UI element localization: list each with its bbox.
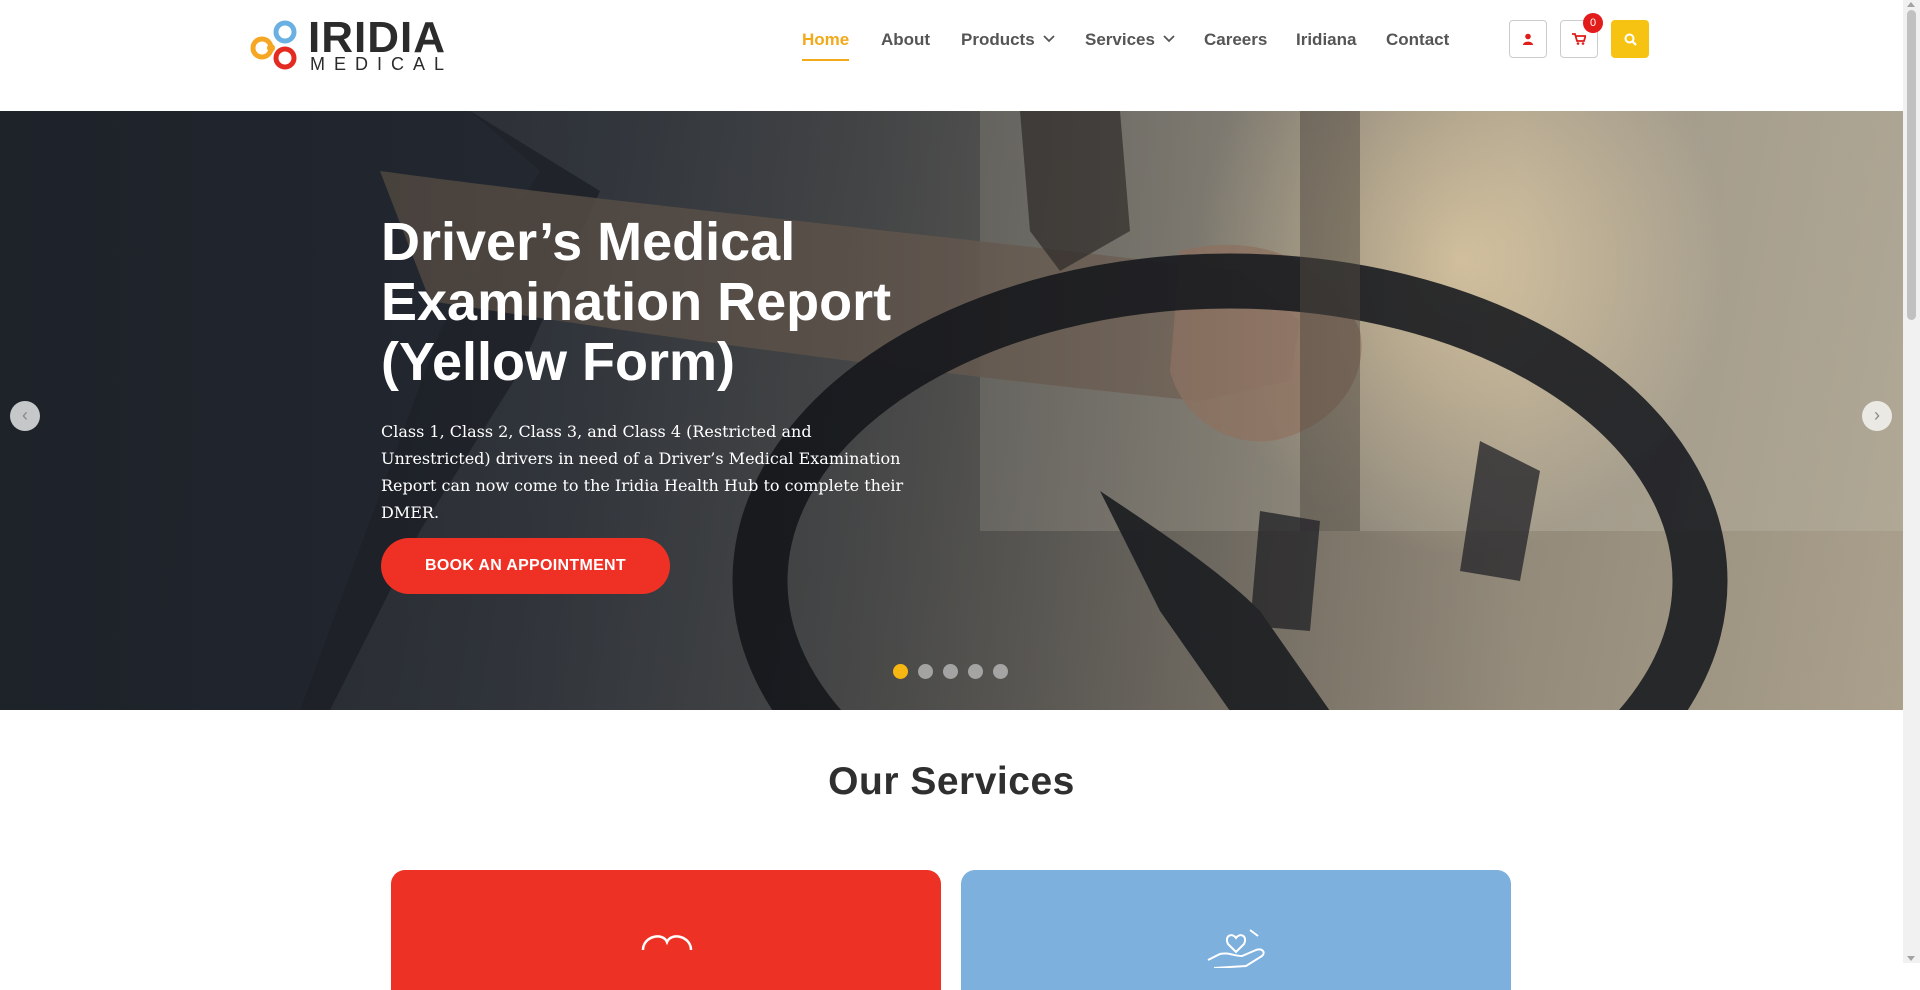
nav-products-label: Products (961, 30, 1035, 49)
nav-home[interactable]: Home (802, 30, 850, 61)
slider-dot-3[interactable] (943, 664, 958, 679)
slider-dot-5[interactable] (993, 664, 1008, 679)
cart-button[interactable]: 0 (1560, 13, 1603, 58)
nav-contact[interactable]: Contact (1386, 30, 1449, 50)
chevron-down-icon (1163, 35, 1175, 43)
hand-heart-icon (1207, 929, 1265, 968)
slider-prev-arrow[interactable]: ‹ (10, 401, 40, 431)
brand-logo[interactable]: IRIDIA MEDICAL (250, 16, 450, 74)
cart-count-badge: 0 (1583, 13, 1603, 33)
account-button[interactable] (1509, 20, 1547, 58)
hero-overlay (0, 111, 1903, 710)
nav-about[interactable]: About (881, 30, 930, 50)
search-button[interactable] (1611, 20, 1649, 58)
service-card-2[interactable] (961, 870, 1511, 990)
slider-next-arrow[interactable]: › (1862, 401, 1892, 431)
brand-subtitle: MEDICAL (310, 54, 454, 74)
nav-products[interactable]: Products (961, 30, 1055, 50)
scroll-down-arrow[interactable] (1907, 956, 1915, 961)
heart-hands-icon (641, 935, 693, 950)
slider-dot-4[interactable] (968, 664, 983, 679)
nav-services-label: Services (1085, 30, 1155, 49)
nav-careers[interactable]: Careers (1204, 30, 1267, 50)
user-icon (1523, 33, 1533, 45)
book-appointment-button[interactable]: BOOK AN APPOINTMENT (381, 538, 670, 594)
services-heading: Our Services (828, 760, 1075, 803)
search-icon (1624, 33, 1637, 46)
logo-mark-icon (250, 20, 297, 70)
nav-iridiana[interactable]: Iridiana (1296, 30, 1356, 50)
service-card-1[interactable] (391, 870, 941, 990)
hero-title: Driver’s Medical Examination Report (Yel… (381, 212, 892, 392)
page-scrollbar[interactable] (1903, 0, 1920, 963)
nav-services[interactable]: Services (1085, 30, 1175, 50)
scroll-up-arrow[interactable] (1907, 2, 1915, 7)
slider-dot-2[interactable] (918, 664, 933, 679)
cart-icon (1572, 33, 1586, 45)
slider-dot-1[interactable] (893, 664, 908, 679)
site-header: IRIDIA MEDICAL Home About Products Servi… (0, 0, 1903, 111)
hero-description: Class 1, Class 2, Class 3, and Class 4 (… (381, 422, 904, 522)
scroll-thumb[interactable] (1907, 10, 1916, 320)
hero-slider: Driver’s Medical Examination Report (Yel… (0, 111, 1903, 710)
chevron-down-icon (1043, 35, 1055, 43)
